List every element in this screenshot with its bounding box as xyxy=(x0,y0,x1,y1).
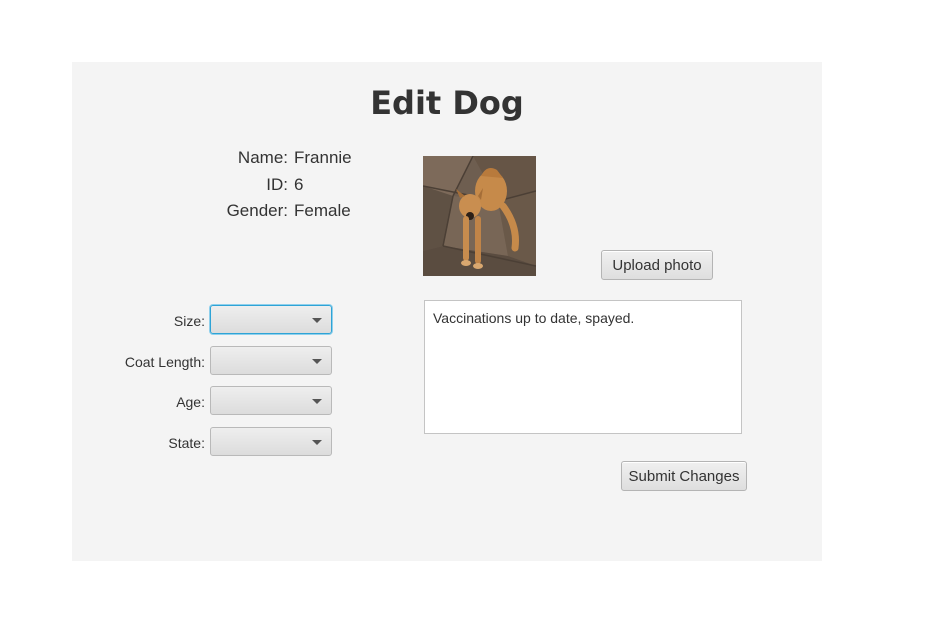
dog-photo xyxy=(423,156,536,276)
state-label: State: xyxy=(168,435,205,451)
page-title: Edit Dog xyxy=(370,84,524,122)
notes-textarea[interactable]: Vaccinations up to date, spayed. xyxy=(424,300,742,434)
edit-dog-panel: Edit Dog Name: Frannie ID: 6 Gender: Fem… xyxy=(72,62,822,561)
state-dropdown[interactable] xyxy=(210,427,332,456)
name-label: Name: xyxy=(237,148,288,167)
id-value: 6 xyxy=(294,175,304,194)
submit-changes-button[interactable]: Submit Changes xyxy=(621,461,747,491)
gender-value: Female xyxy=(294,201,351,220)
dog-photo-image xyxy=(423,156,536,276)
gender-label: Gender: xyxy=(226,201,288,220)
size-label: Size: xyxy=(173,313,205,329)
coat-length-label: Coat Length: xyxy=(124,354,205,370)
age-label: Age: xyxy=(176,394,205,410)
chevron-down-icon xyxy=(312,359,322,364)
upload-photo-button[interactable]: Upload photo xyxy=(601,250,713,280)
age-dropdown[interactable] xyxy=(210,386,332,415)
id-label: ID: xyxy=(266,175,288,194)
chevron-down-icon xyxy=(312,399,322,404)
chevron-down-icon xyxy=(312,440,322,445)
coat-length-dropdown[interactable] xyxy=(210,346,332,375)
name-value: Frannie xyxy=(294,148,352,167)
size-dropdown[interactable] xyxy=(210,305,332,334)
chevron-down-icon xyxy=(312,318,322,323)
